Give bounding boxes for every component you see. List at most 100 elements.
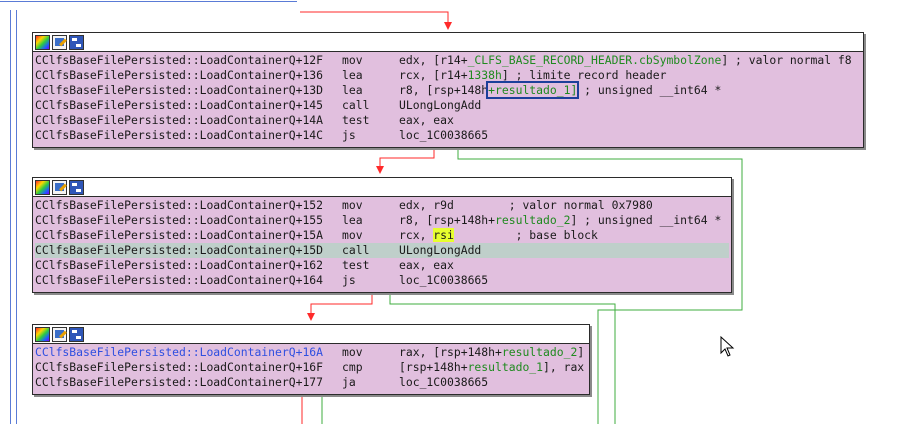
operand-symbol[interactable]: resultado_2	[495, 213, 570, 227]
operand-symbol[interactable]: 1338h	[468, 68, 502, 82]
instruction-mnemonic[interactable]: cmp	[342, 360, 399, 375]
instruction-line[interactable]: CClfsBaseFilePersisted::LoadContainerQ+1…	[35, 53, 861, 68]
selected-operand[interactable]: +resultado_1]	[486, 81, 580, 99]
instruction-mnemonic[interactable]: call	[342, 243, 399, 258]
instruction-line[interactable]: CClfsBaseFilePersisted::LoadContainerQ+1…	[35, 273, 729, 288]
instruction-mnemonic[interactable]: js	[342, 128, 399, 143]
instruction-operands[interactable]: loc_1C0038665	[399, 128, 488, 143]
instruction-mnemonic[interactable]: mov	[342, 345, 399, 360]
instruction-operands[interactable]: ULongLongAdd	[399, 243, 481, 258]
instruction-operands[interactable]: [rsp+148h+resultado_1], rax	[399, 360, 584, 375]
instruction-operands[interactable]: loc_1C0038665	[399, 375, 488, 390]
instruction-address[interactable]: CClfsBaseFilePersisted::LoadContainerQ+1…	[35, 98, 342, 113]
instruction-line[interactable]: CClfsBaseFilePersisted::LoadContainerQ+1…	[35, 128, 861, 143]
operand-symbol[interactable]: _CLFS_BASE_RECORD_HEADER.cbSymbolZone	[468, 53, 722, 67]
instruction-mnemonic[interactable]: lea	[342, 213, 399, 228]
instruction-mnemonic[interactable]: test	[342, 258, 399, 273]
edit-icon[interactable]	[52, 179, 67, 195]
operand-text[interactable]: r8, [rsp+148h	[399, 83, 488, 97]
instruction-mnemonic[interactable]: lea	[342, 68, 399, 83]
instruction-operands[interactable]: r8, [rsp+148h+resultado_1] ; unsigned __…	[399, 81, 721, 99]
instruction-mnemonic[interactable]: mov	[342, 198, 399, 213]
operand-text[interactable]: ], rax	[543, 360, 584, 374]
instruction-line[interactable]: CClfsBaseFilePersisted::LoadContainerQ+1…	[35, 258, 729, 273]
palette-icon[interactable]	[35, 179, 50, 195]
instruction-operands[interactable]: eax, eax	[399, 113, 454, 128]
instruction-line[interactable]: CClfsBaseFilePersisted::LoadContainerQ+1…	[35, 198, 729, 213]
graph-icon[interactable]	[69, 179, 84, 195]
operand-text[interactable]: rax, [rsp+148h+	[399, 345, 502, 359]
instruction-operands[interactable]: ULongLongAdd	[399, 98, 481, 113]
code-block-2[interactable]: CClfsBaseFilePersisted::LoadContainerQ+1…	[32, 177, 732, 293]
code-block-1[interactable]: CClfsBaseFilePersisted::LoadContainerQ+1…	[32, 32, 864, 148]
operand-text[interactable]: [rsp+148h+	[399, 360, 468, 374]
instruction-address[interactable]: CClfsBaseFilePersisted::LoadContainerQ+1…	[35, 68, 342, 83]
palette-icon[interactable]	[35, 34, 50, 50]
operand-symbol[interactable]: resultado_1	[468, 360, 543, 374]
instruction-line[interactable]: CClfsBaseFilePersisted::LoadContainerQ+1…	[35, 98, 861, 113]
instruction-line[interactable]: CClfsBaseFilePersisted::LoadContainerQ+1…	[35, 345, 587, 360]
instruction-address[interactable]: CClfsBaseFilePersisted::LoadContainerQ+1…	[35, 273, 342, 288]
operand-text[interactable]: eax, eax	[399, 258, 454, 272]
operand-text[interactable]: ]	[577, 345, 584, 359]
instruction-operands[interactable]: edx, r9d ; valor normal 0x7980	[399, 198, 653, 213]
instruction-line[interactable]: CClfsBaseFilePersisted::LoadContainerQ+1…	[35, 81, 861, 99]
instruction-operands[interactable]: eax, eax	[399, 258, 454, 273]
operand-text[interactable]: ULongLongAdd	[399, 243, 481, 257]
instruction-operands[interactable]: edx, [r14+_CLFS_BASE_RECORD_HEADER.cbSym…	[399, 53, 852, 68]
operand-text[interactable]: rcx,	[399, 228, 433, 242]
instruction-line[interactable]: CClfsBaseFilePersisted::LoadContainerQ+1…	[35, 360, 587, 375]
instruction-address[interactable]: CClfsBaseFilePersisted::LoadContainerQ+1…	[35, 228, 342, 243]
edit-icon[interactable]	[52, 34, 67, 50]
instruction-line[interactable]: CClfsBaseFilePersisted::LoadContainerQ+1…	[35, 68, 861, 83]
instruction-line[interactable]: CClfsBaseFilePersisted::LoadContainerQ+1…	[35, 228, 729, 243]
instruction-address[interactable]: CClfsBaseFilePersisted::LoadContainerQ+1…	[35, 53, 342, 68]
instruction-operands[interactable]: loc_1C0038665	[399, 273, 488, 288]
operand-text[interactable]: ] ; limite record header	[502, 68, 667, 82]
instruction-address[interactable]: CClfsBaseFilePersisted::LoadContainerQ+1…	[35, 128, 342, 143]
operand-text[interactable]: ] ; valor normal f8	[721, 53, 851, 67]
instruction-address[interactable]: CClfsBaseFilePersisted::LoadContainerQ+1…	[35, 213, 342, 228]
instruction-mnemonic[interactable]: lea	[342, 83, 399, 98]
instruction-operands[interactable]: rax, [rsp+148h+resultado_2]	[399, 345, 584, 360]
operand-text[interactable]: eax, eax	[399, 113, 454, 127]
instruction-line[interactable]: CClfsBaseFilePersisted::LoadContainerQ+1…	[35, 113, 861, 128]
instruction-mnemonic[interactable]: call	[342, 98, 399, 113]
instruction-mnemonic[interactable]: js	[342, 273, 399, 288]
instruction-address[interactable]: CClfsBaseFilePersisted::LoadContainerQ+1…	[35, 375, 342, 390]
operand-text[interactable]: ULongLongAdd	[399, 98, 481, 112]
code-block-3[interactable]: CClfsBaseFilePersisted::LoadContainerQ+1…	[32, 324, 590, 395]
instruction-operands[interactable]: rcx, [r14+1338h] ; limite record header	[399, 68, 666, 83]
instruction-line[interactable]: CClfsBaseFilePersisted::LoadContainerQ+1…	[35, 243, 729, 258]
edit-icon[interactable]	[52, 326, 67, 342]
instruction-address[interactable]: CClfsBaseFilePersisted::LoadContainerQ+1…	[35, 243, 342, 258]
instruction-line[interactable]: CClfsBaseFilePersisted::LoadContainerQ+1…	[35, 375, 587, 390]
instruction-address[interactable]: CClfsBaseFilePersisted::LoadContainerQ+1…	[35, 113, 342, 128]
graph-icon[interactable]	[69, 326, 84, 342]
operand-text[interactable]: rcx, [r14+	[399, 68, 468, 82]
instruction-line[interactable]: CClfsBaseFilePersisted::LoadContainerQ+1…	[35, 213, 729, 228]
instruction-mnemonic[interactable]: test	[342, 113, 399, 128]
palette-icon[interactable]	[35, 326, 50, 342]
operand-text[interactable]: edx, r9d ; valor normal 0x7980	[399, 198, 653, 212]
instruction-mnemonic[interactable]: mov	[342, 53, 399, 68]
operand-text[interactable]: loc_1C0038665	[399, 273, 488, 287]
instruction-address[interactable]: CClfsBaseFilePersisted::LoadContainerQ+1…	[35, 345, 342, 360]
instruction-mnemonic[interactable]: mov	[342, 228, 399, 243]
operand-text[interactable]: ; base block	[454, 228, 598, 242]
instruction-address[interactable]: CClfsBaseFilePersisted::LoadContainerQ+1…	[35, 83, 342, 98]
operand-text[interactable]: edx, [r14+	[399, 53, 468, 67]
highlighted-register[interactable]: rsi	[433, 228, 454, 242]
instruction-address[interactable]: CClfsBaseFilePersisted::LoadContainerQ+1…	[35, 198, 342, 213]
operand-text[interactable]: loc_1C0038665	[399, 375, 488, 389]
operand-text[interactable]: ; unsigned __int64 *	[577, 83, 721, 97]
instruction-address[interactable]: CClfsBaseFilePersisted::LoadContainerQ+1…	[35, 360, 342, 375]
operand-symbol[interactable]: resultado_2	[502, 345, 577, 359]
operand-text[interactable]: r8, [rsp+148h+	[399, 213, 495, 227]
operand-text[interactable]: ] ; unsigned __int64 *	[570, 213, 721, 227]
instruction-operands[interactable]: r8, [rsp+148h+resultado_2] ; unsigned __…	[399, 213, 721, 228]
instruction-operands[interactable]: rcx, rsi ; base block	[399, 228, 598, 243]
instruction-mnemonic[interactable]: ja	[342, 375, 399, 390]
instruction-address[interactable]: CClfsBaseFilePersisted::LoadContainerQ+1…	[35, 258, 342, 273]
graph-icon[interactable]	[69, 34, 84, 50]
